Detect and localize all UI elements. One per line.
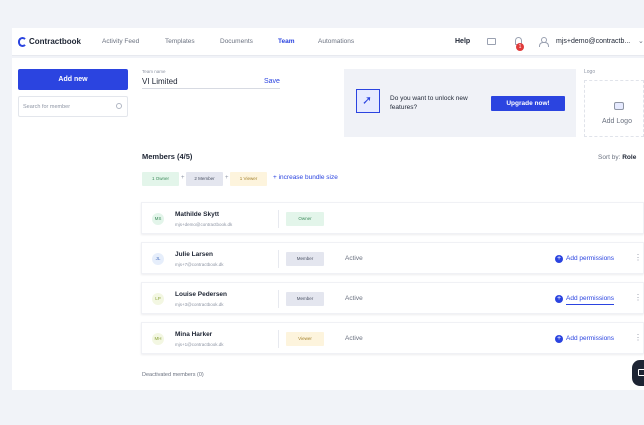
member-name: Julie Larsen <box>175 251 213 258</box>
user-icon[interactable] <box>539 37 549 47</box>
user-menu[interactable]: mjs+demo@contractb... <box>556 38 630 45</box>
table-row[interactable]: LP Louise Pedersen mjs+3@contractbook.dk… <box>141 282 644 314</box>
member-count-pill: 2 Member <box>186 172 223 186</box>
add-permissions-button[interactable]: Add permissions <box>566 295 615 305</box>
search-icon <box>116 103 122 109</box>
more-options-icon[interactable]: ⋮ <box>634 253 642 262</box>
member-email: mjs+3@contractbook.dk <box>175 302 224 307</box>
upgrade-button[interactable]: Upgrade now! <box>491 96 565 111</box>
row-divider <box>278 250 279 268</box>
brand-name[interactable]: Contractbook <box>29 37 81 46</box>
member-search-input[interactable]: Search for member <box>18 96 128 117</box>
team-page: Add new Search for member Team name VI L… <box>12 58 644 390</box>
nav-templates[interactable]: Templates <box>165 38 195 45</box>
status-text: Active <box>345 335 363 342</box>
role-badge[interactable]: Member <box>286 252 324 266</box>
table-row[interactable]: MH Mina Harker mjs+1@contractbook.dk Vie… <box>141 322 644 354</box>
sort-label: Sort by: <box>598 154 621 161</box>
status-text: Active <box>345 295 363 302</box>
add-logo-label[interactable]: Add Logo <box>602 118 632 125</box>
role-badge[interactable]: Member <box>286 292 324 306</box>
owner-count-pill: 1 Owner <box>142 172 179 186</box>
logo-label: Logo <box>584 69 596 75</box>
member-email: mjs+1@contractbook.dk <box>175 342 224 347</box>
role-badge[interactable]: Owner <box>286 212 324 226</box>
row-divider <box>278 290 279 308</box>
viewer-count-pill: 1 Viewer <box>230 172 267 186</box>
add-permissions-button[interactable]: Add permissions <box>566 335 614 342</box>
more-options-icon[interactable]: ⋮ <box>634 293 642 302</box>
nav-documents[interactable]: Documents <box>220 38 253 45</box>
avatar: LP <box>152 293 164 305</box>
members-title: Members (4/5) <box>142 152 193 161</box>
add-permissions-button[interactable]: Add permissions <box>566 255 614 262</box>
team-name-input[interactable]: VI Limited <box>142 77 178 86</box>
sort-by-control[interactable]: Sort by: Role <box>598 154 636 161</box>
nav-team[interactable]: Team <box>278 38 295 45</box>
nav-automations[interactable]: Automations <box>318 38 354 45</box>
avatar: JL <box>152 253 164 265</box>
more-options-icon[interactable]: ⋮ <box>634 333 642 342</box>
table-row[interactable]: MS Mathilde Skytt mjs+demo@contractbook.… <box>141 202 644 234</box>
plus-icon[interactable]: + <box>555 335 563 343</box>
plus-separator: + <box>181 175 185 181</box>
plus-separator: + <box>225 175 229 181</box>
team-name-underline <box>142 88 280 89</box>
avatar: MS <box>152 213 164 225</box>
plus-icon[interactable]: + <box>555 255 563 263</box>
sort-value: Role <box>622 154 637 161</box>
member-email: mjs+demo@contractbook.dk <box>175 222 233 227</box>
team-name-label: Team name <box>142 69 166 74</box>
member-name: Mathilde Skytt <box>175 211 220 218</box>
avatar: MH <box>152 333 164 345</box>
notification-badge: 1 <box>516 43 524 51</box>
chevron-down-icon[interactable]: ⌄ <box>638 37 644 45</box>
chat-icon[interactable] <box>487 38 496 45</box>
nav-activity-feed[interactable]: Activity Feed <box>102 38 139 45</box>
upsell-text: Do you want to unlock new features? <box>390 95 468 111</box>
increase-bundle-link[interactable]: + increase bundle size <box>273 174 338 181</box>
plus-icon[interactable]: + <box>555 295 563 303</box>
support-chat-icon[interactable] <box>632 360 644 386</box>
member-email: mjs+7@contractbook.dk <box>175 262 224 267</box>
member-name: Louise Pedersen <box>175 291 228 298</box>
deactivated-members-toggle[interactable]: Deactivated members (0) <box>142 372 204 378</box>
rocket-icon: ➚ <box>362 93 373 107</box>
row-divider <box>278 210 279 228</box>
camera-icon <box>614 102 624 110</box>
table-row[interactable]: JL Julie Larsen mjs+7@contractbook.dk Me… <box>141 242 644 274</box>
save-button[interactable]: Save <box>264 78 280 85</box>
member-name: Mina Harker <box>175 331 213 338</box>
help-link[interactable]: Help <box>455 38 470 45</box>
row-divider <box>278 330 279 348</box>
top-nav: Contractbook Activity Feed Templates Doc… <box>12 28 644 56</box>
contractbook-logo-icon[interactable] <box>18 37 27 47</box>
search-placeholder: Search for member <box>23 104 71 110</box>
status-text: Active <box>345 255 363 262</box>
role-badge[interactable]: Viewer <box>286 332 324 346</box>
add-new-button[interactable]: Add new <box>18 69 128 90</box>
